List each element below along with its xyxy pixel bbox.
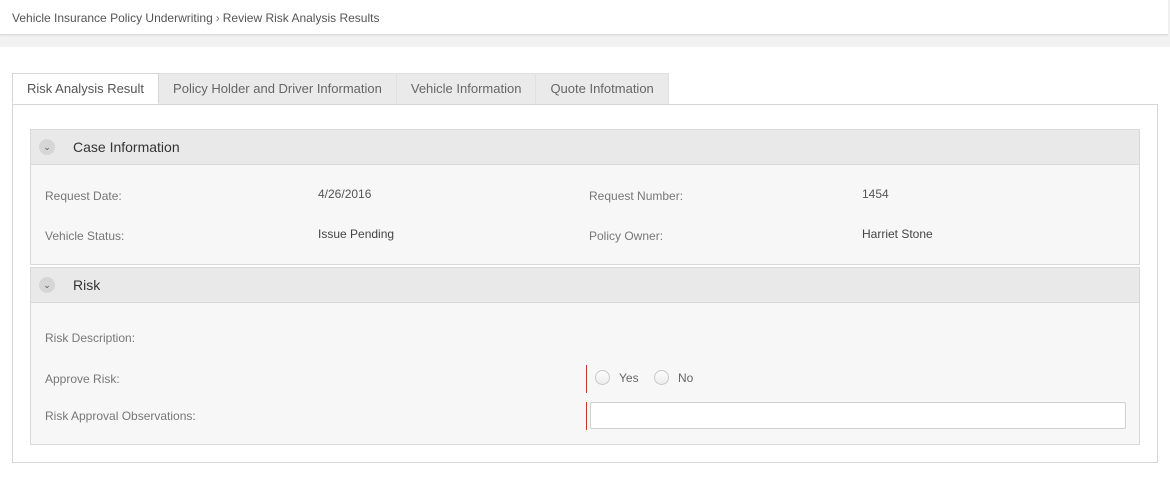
tab-quote-information[interactable]: Quote Infotmation: [536, 73, 669, 104]
breadcrumb-parent[interactable]: Vehicle Insurance Policy Underwriting: [12, 11, 213, 25]
breadcrumb: Vehicle Insurance Policy Underwriting › Re…: [0, 0, 1168, 35]
approve-yes-label[interactable]: Yes: [619, 371, 639, 385]
approve-no-radio[interactable]: [654, 370, 669, 385]
required-marker: [586, 402, 587, 430]
approve-risk-label: Approve Risk:: [45, 372, 120, 386]
vehicle-status-value: Issue Pending: [318, 227, 395, 241]
breadcrumb-separator: ›: [215, 11, 220, 25]
tab-vehicle-information[interactable]: Vehicle Information: [396, 73, 537, 104]
tab-bar: Risk Analysis Result Policy Holder and D…: [12, 73, 669, 104]
request-number-value: 1454: [862, 187, 889, 201]
approve-yes-option[interactable]: Yes: [595, 370, 639, 385]
approve-no-option[interactable]: No: [654, 370, 693, 385]
observations-input[interactable]: [590, 402, 1126, 429]
case-information-section: ⌄ Case Information Request Date: 4/26/20…: [30, 129, 1140, 265]
tab-body: ⌄ Case Information Request Date: 4/26/20…: [12, 104, 1158, 463]
tab-risk-analysis-result[interactable]: Risk Analysis Result: [12, 73, 160, 104]
approve-no-label[interactable]: No: [678, 371, 693, 385]
risk-description-label: Risk Description:: [45, 331, 136, 345]
request-date-value: 4/26/2016: [318, 187, 372, 201]
risk-header[interactable]: ⌄ Risk: [31, 268, 1139, 303]
case-information-title: Case Information: [73, 139, 180, 155]
chevron-down-icon[interactable]: ⌄: [39, 139, 55, 155]
tab-policy-holder-driver[interactable]: Policy Holder and Driver Information: [159, 73, 397, 104]
request-number-label: Request Number:: [589, 189, 684, 203]
policy-owner-value: Harriet Stone: [862, 227, 933, 241]
policy-owner-label: Policy Owner:: [589, 229, 664, 243]
approve-yes-radio[interactable]: [595, 370, 610, 385]
required-marker: [586, 365, 587, 393]
content-panel: Risk Analysis Result Policy Holder and D…: [0, 47, 1170, 486]
case-information-header[interactable]: ⌄ Case Information: [31, 130, 1139, 165]
breadcrumb-current: Review Risk Analysis Results: [222, 11, 380, 25]
observations-label: Risk Approval Observations:: [45, 409, 196, 423]
risk-section: ⌄ Risk Risk Description: Approve Risk: Y…: [30, 267, 1140, 445]
chevron-down-icon[interactable]: ⌄: [39, 277, 55, 293]
risk-title: Risk: [73, 277, 101, 293]
vehicle-status-label: Vehicle Status:: [45, 229, 125, 243]
request-date-label: Request Date:: [45, 189, 122, 203]
